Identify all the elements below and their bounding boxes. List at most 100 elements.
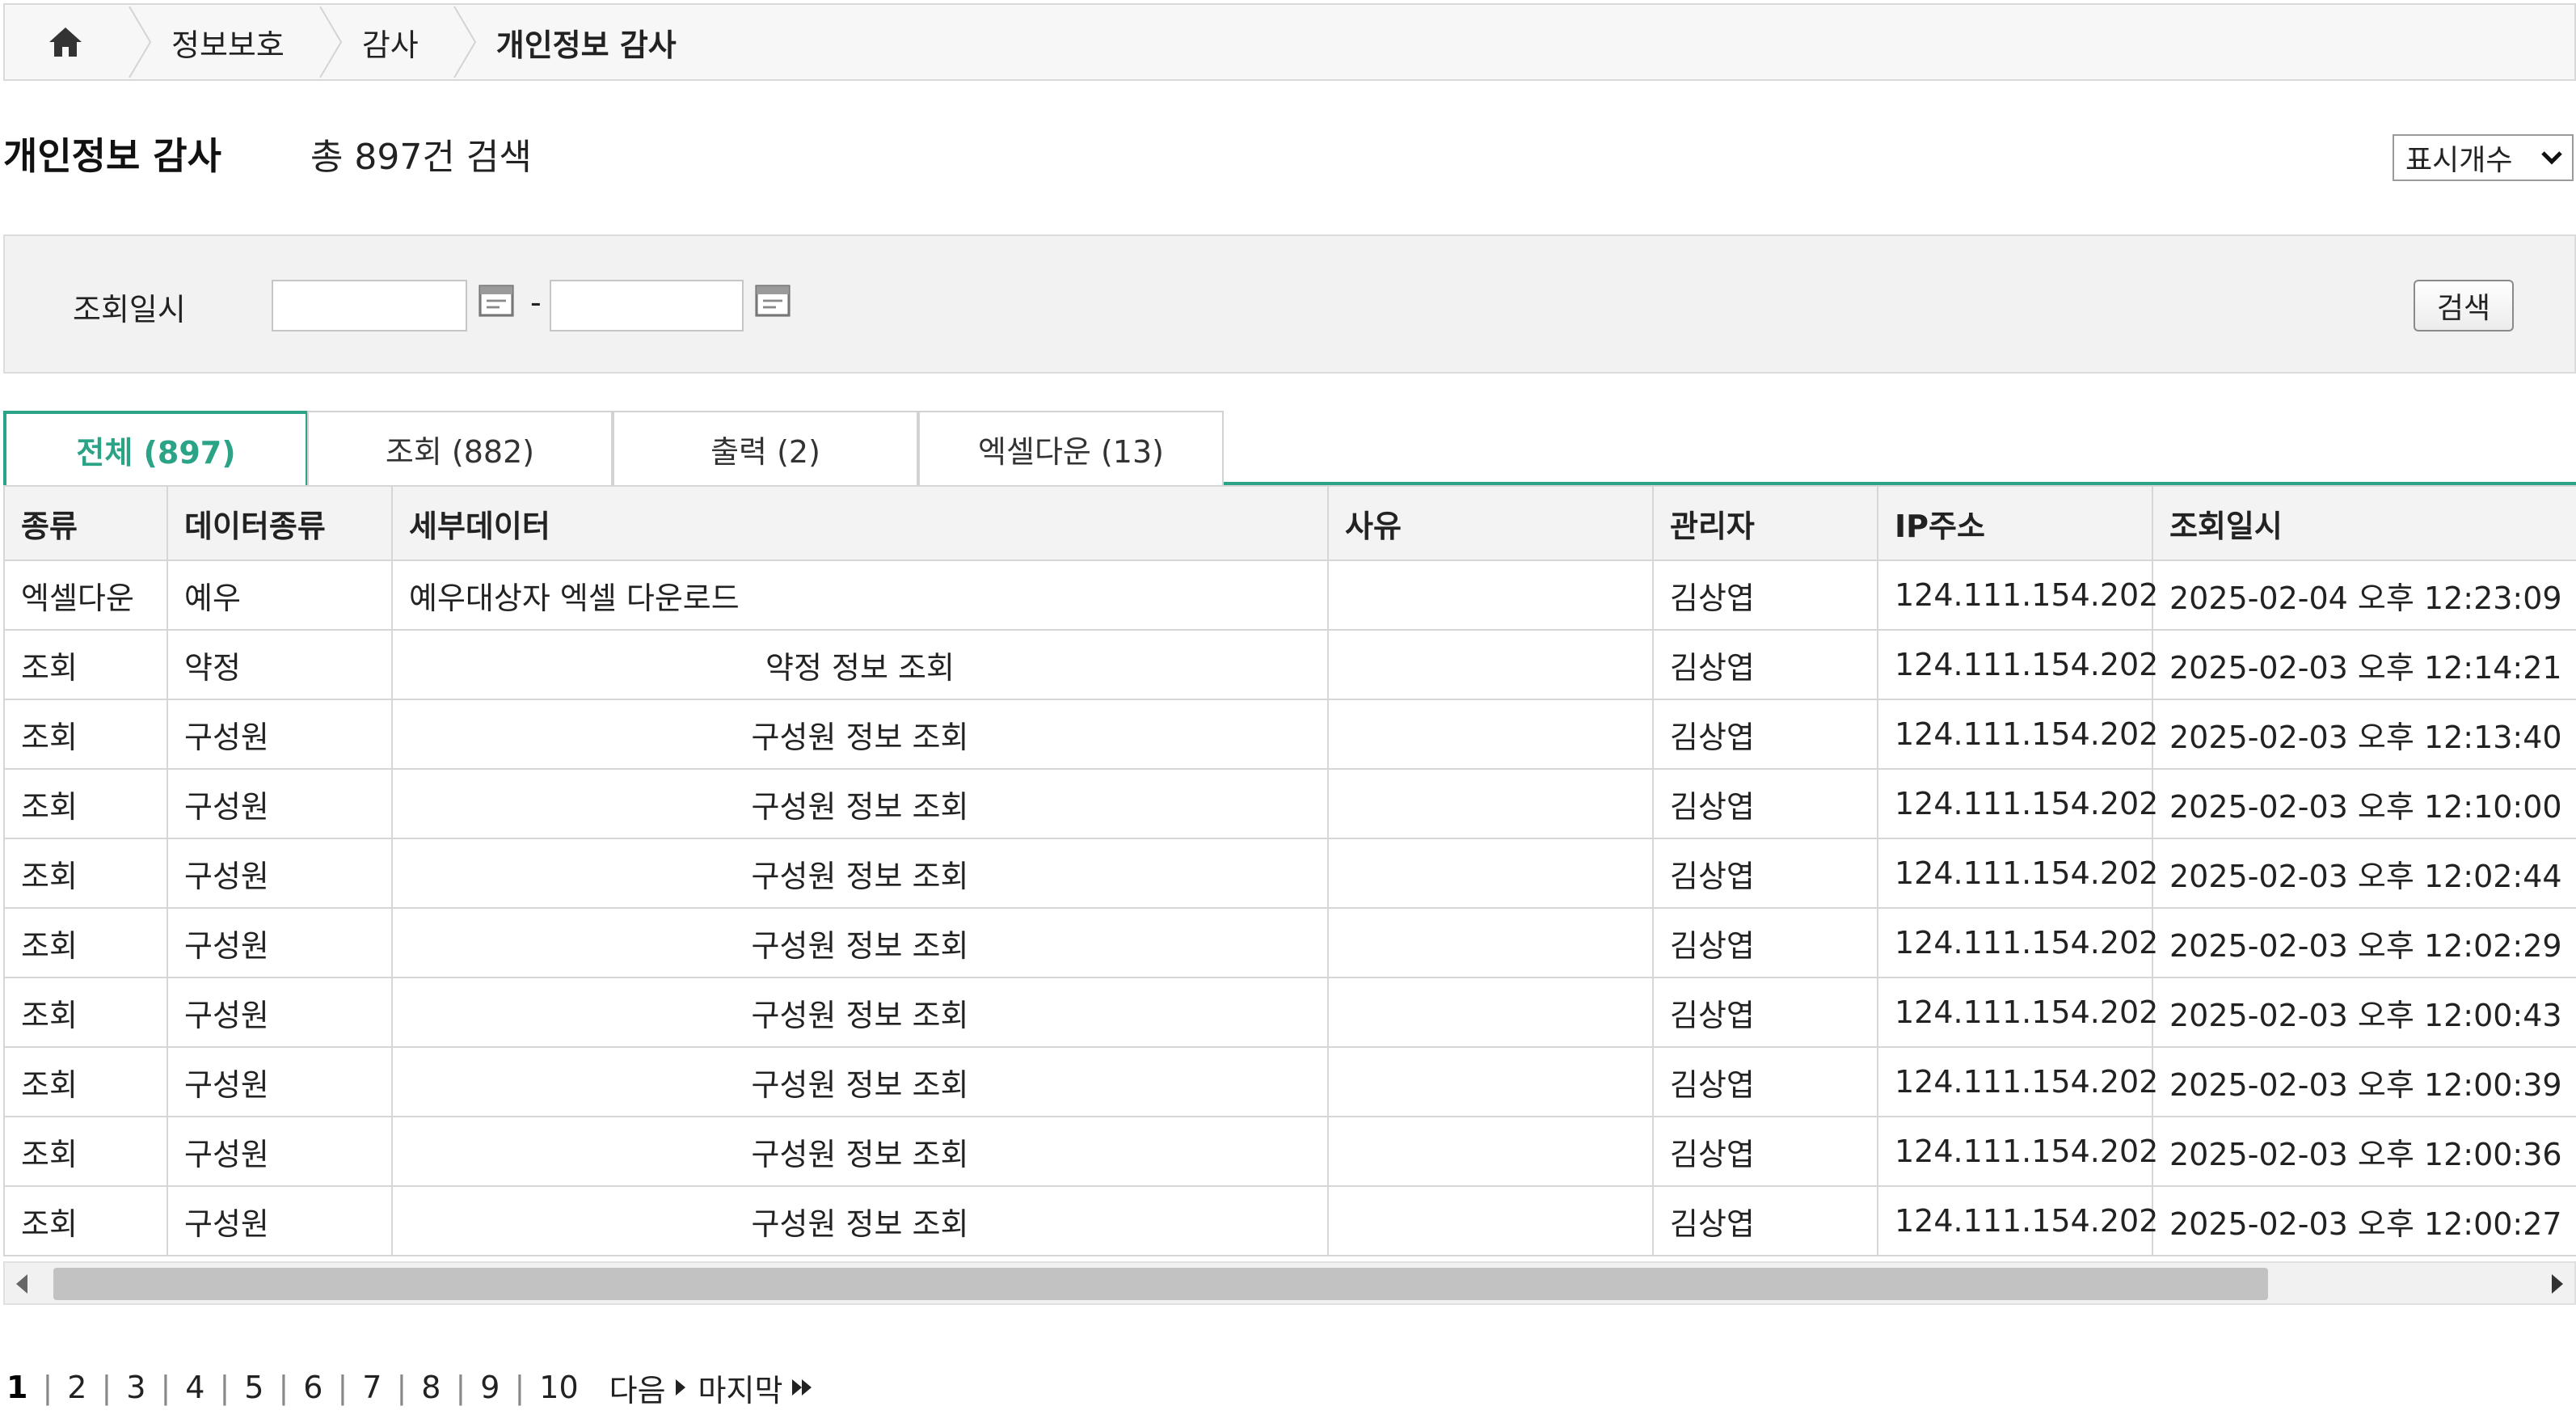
cell-ip: 124.111.154.202 [1877,1185,2158,1256]
pagination-page-7[interactable]: 7 [359,1370,385,1405]
cell-ip: 124.111.154.202 [1877,559,2158,631]
table-row[interactable]: 조회 구성원 구성원 정보 조회 김상엽 124.111.154.202 2025-02-… [3,1046,2576,1117]
cell-type: 조회 [3,699,168,770]
cell-admin: 김상엽 [1652,977,1878,1048]
table-row[interactable]: 조회 구성원 구성원 정보 조회 김상엽 124.111.154.202 2025-02-… [3,699,2576,770]
cell-data-type: 구성원 [167,1185,393,1256]
pagination-page-1[interactable]: 1 [3,1370,31,1405]
tab-view[interactable]: 조회 (882) [307,411,613,485]
table-row[interactable]: 조회 구성원 구성원 정보 조회 김상엽 124.111.154.202 2025-02-… [3,838,2576,909]
tab-all[interactable]: 전체 (897) [3,411,309,488]
cell-detail: 약정 정보 조회 [391,629,1329,700]
table-row[interactable]: 조회 구성원 구성원 정보 조회 김상엽 124.111.154.202 2025-02-… [3,1116,2576,1187]
table-row[interactable]: 조회 구성원 구성원 정보 조회 김상엽 124.111.154.202 2025-02-… [3,1185,2576,1256]
cell-datetime: 2025-02-03 오후 12:00:39 [2152,1046,2576,1117]
pagination-page-4[interactable]: 4 [182,1370,208,1405]
page-title: 개인정보 감사 [3,134,221,178]
cell-datetime: 2025-02-03 오후 12:02:29 [2152,907,2576,978]
cell-data-type: 구성원 [167,699,393,770]
display-count-select[interactable]: 표시개수 [2393,134,2574,181]
pagination-page-3[interactable]: 3 [123,1370,149,1405]
pagination-last[interactable]: 마지막 [698,1366,812,1410]
table-row[interactable]: 조회 구성원 구성원 정보 조회 김상엽 124.111.154.202 2025-02-… [3,907,2576,978]
chevron-right-icon [318,6,343,78]
table-row[interactable]: 엑셀다운 예우 예우대상자 엑셀 다운로드 김상엽 124.111.154.202 202… [3,559,2576,631]
pagination-page-2[interactable]: 2 [64,1370,90,1405]
pagination-separator: | [337,1370,348,1405]
pagination-separator: | [514,1370,525,1405]
breadcrumb-home[interactable] [5,5,126,79]
table-row[interactable]: 조회 약정 약정 정보 조회 김상엽 124.111.154.202 2025-02-03… [3,629,2576,700]
start-date-input[interactable] [272,280,467,331]
audit-table: 종류 데이터종류 세부데이터 사유 관리자 IP주소 조회일시 엑셀다운 예우 예우… [3,485,2576,1256]
cell-data-type: 구성원 [167,1046,393,1117]
pagination-page-6[interactable]: 6 [300,1370,326,1405]
pagination-page-10[interactable]: 10 [536,1370,581,1405]
cell-detail: 구성원 정보 조회 [391,977,1329,1048]
pagination-next[interactable]: 다음 [609,1366,685,1410]
cell-detail: 예우대상자 엑셀 다운로드 [391,559,1329,631]
table-header-row: 종류 데이터종류 세부데이터 사유 관리자 IP주소 조회일시 [3,485,2576,561]
column-header-datetime[interactable]: 조회일시 [2152,485,2576,561]
pagination-page-8[interactable]: 8 [418,1370,444,1405]
cell-detail: 구성원 정보 조회 [391,907,1329,978]
pagination-last-label: 마지막 [698,1372,783,1408]
cell-admin: 김상엽 [1652,559,1878,631]
pagination: 1 | 2 | 3 | 4 | 5 | 6 | 7 | 8 | 9 | 10 다음 마지막 [3,1362,812,1413]
display-count-label: 표시개수 [2405,144,2513,177]
cell-admin: 김상엽 [1652,907,1878,978]
cell-type: 조회 [3,1185,168,1256]
cell-datetime: 2025-02-03 오후 12:02:44 [2152,838,2576,909]
cell-datetime: 2025-02-03 오후 12:00:36 [2152,1116,2576,1187]
cell-type: 조회 [3,1116,168,1187]
table-row[interactable]: 조회 구성원 구성원 정보 조회 김상엽 124.111.154.202 2025-02-… [3,977,2576,1048]
cell-admin: 김상엽 [1652,1046,1878,1117]
pagination-page-5[interactable]: 5 [241,1370,267,1405]
cell-reason [1327,1185,1654,1256]
home-icon[interactable] [48,26,83,58]
cell-datetime: 2025-02-03 오후 12:13:40 [2152,699,2576,770]
cell-datetime: 2025-02-04 오후 12:23:09 [2152,559,2576,631]
cell-detail: 구성원 정보 조회 [391,1116,1329,1187]
breadcrumb-item-security[interactable]: 정보보호 [154,5,317,79]
cell-data-type: 약정 [167,629,393,700]
cell-ip: 124.111.154.202 [1877,977,2158,1048]
scrollbar-thumb[interactable] [53,1268,2268,1300]
cell-ip: 124.111.154.202 [1877,768,2158,839]
cell-type: 조회 [3,838,168,909]
title-row: 개인정보 감사 총 897건 검색 [3,121,532,186]
tab-print[interactable]: 출력 (2) [613,411,918,485]
table-body: 엑셀다운 예우 예우대상자 엑셀 다운로드 김상엽 124.111.154.202 202… [3,559,2576,1256]
cell-detail: 구성원 정보 조회 [391,768,1329,839]
search-button[interactable]: 검색 [2414,280,2514,331]
calendar-icon[interactable] [753,281,792,319]
chevron-right-icon [453,6,476,78]
cell-admin: 김상엽 [1652,699,1878,770]
cell-type: 엑셀다운 [3,559,168,631]
pagination-separator: | [219,1370,230,1405]
cell-datetime: 2025-02-03 오후 12:00:27 [2152,1185,2576,1256]
cell-ip: 124.111.154.202 [1877,629,2158,700]
column-header-reason[interactable]: 사유 [1327,485,1654,561]
total-count: 총 897건 검색 [310,137,532,178]
calendar-icon[interactable] [477,281,516,319]
end-date-input[interactable] [550,280,744,331]
cell-reason [1327,699,1654,770]
table-row[interactable]: 조회 구성원 구성원 정보 조회 김상엽 124.111.154.202 2025-02-… [3,768,2576,839]
scroll-right-arrow-icon[interactable] [2552,1274,2563,1294]
pagination-separator: | [42,1370,53,1405]
column-header-type[interactable]: 종류 [3,485,168,561]
column-header-ip[interactable]: IP주소 [1877,485,2153,561]
date-range-dash: - [530,285,542,320]
breadcrumb-item-audit[interactable]: 감사 [344,5,451,79]
column-header-data-type[interactable]: 데이터종류 [167,485,393,561]
scroll-left-arrow-icon[interactable] [16,1274,27,1294]
cell-reason [1327,1046,1654,1117]
chevron-right-icon [129,6,152,78]
pagination-page-9[interactable]: 9 [477,1370,503,1405]
column-header-detail[interactable]: 세부데이터 [391,485,1329,561]
tab-bar: 전체 (897) 조회 (882) 출력 (2) 엑셀다운 (13) [3,411,2576,488]
column-header-admin[interactable]: 관리자 [1652,485,1878,561]
horizontal-scrollbar[interactable] [3,1261,2576,1305]
tab-excel-download[interactable]: 엑셀다운 (13) [918,411,1224,485]
